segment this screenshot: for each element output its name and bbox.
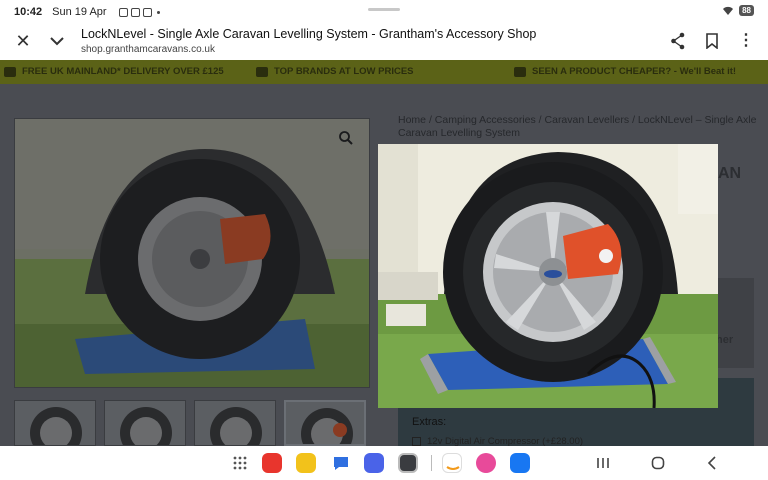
thumbnail-3[interactable] — [194, 400, 276, 446]
trophy-icon — [256, 66, 268, 77]
notification-icons — [118, 7, 160, 17]
back-icon[interactable] — [704, 454, 722, 472]
recents-icon[interactable] — [594, 454, 612, 472]
breadcrumb-sep: / — [538, 114, 542, 126]
extras-checkbox[interactable] — [412, 437, 421, 446]
amazon-app-icon[interactable] — [442, 453, 462, 473]
caravan-wheel-image — [15, 119, 369, 387]
camera-app-icon[interactable] — [398, 453, 418, 473]
breadcrumb-sep: / — [428, 114, 432, 126]
facebook-app-icon[interactable] — [510, 453, 530, 473]
pound-icon — [514, 66, 526, 77]
browser-header: ✕ LockNLevel - Single Axle Caravan Level… — [0, 24, 768, 60]
breadcrumb-levellers[interactable]: Caravan Levellers — [545, 114, 630, 126]
promo-brands: TOP BRANDS AT LOW PRICES — [256, 66, 414, 77]
product-title-partial: AN — [718, 165, 742, 182]
extras-label: Extras: — [412, 416, 447, 428]
thumbnail-4[interactable] — [284, 400, 366, 446]
caravan-wheel-photo — [378, 144, 718, 408]
share-icon[interactable] — [670, 32, 686, 50]
lightbox-image[interactable] — [378, 144, 718, 408]
browser-app-icon[interactable] — [364, 453, 384, 473]
battery-indicator: 88 — [739, 5, 754, 16]
bookmark-icon[interactable] — [705, 33, 719, 49]
zoom-icon[interactable] — [338, 130, 354, 146]
app-grid-icon[interactable] — [230, 453, 250, 473]
gallery-notif-icon — [130, 7, 140, 17]
breadcrumb-camping[interactable]: Camping Accessories — [435, 114, 536, 126]
promo-price-text: SEEN A PRODUCT CHEAPER? - We'll Beat it! — [532, 66, 737, 77]
wifi-icon — [723, 6, 734, 15]
messages-app-icon[interactable] — [331, 453, 351, 473]
message-notif-icon — [142, 7, 152, 17]
thumbnail-2[interactable] — [104, 400, 186, 446]
notes-app-icon[interactable] — [262, 453, 282, 473]
extras-option[interactable]: 12v Digital Air Compressor (+£28.00) — [412, 436, 583, 446]
chevron-down-icon[interactable] — [48, 32, 66, 50]
close-icon[interactable]: ✕ — [14, 32, 32, 50]
promo-delivery-text: FREE UK MAINLAND* DELIVERY OVER £125 — [22, 66, 224, 77]
truck-icon — [4, 66, 16, 77]
home-icon[interactable] — [649, 454, 667, 472]
dock-separator — [431, 455, 432, 471]
gallery-app-icon[interactable] — [476, 453, 496, 473]
promo-brands-text: TOP BRANDS AT LOW PRICES — [274, 66, 414, 77]
breadcrumb: Home / Camping Accessories / Caravan Lev… — [398, 114, 758, 140]
page-title: LockNLevel - Single Axle Caravan Levelli… — [81, 27, 537, 41]
button-text-partial[interactable]: her — [716, 334, 733, 346]
promo-price: SEEN A PRODUCT CHEAPER? - We'll Beat it! — [514, 66, 736, 77]
breadcrumb-sep: / — [632, 114, 635, 126]
product-main-image[interactable] — [14, 118, 370, 388]
notification-handle[interactable] — [368, 8, 400, 11]
promo-banner: FREE UK MAINLAND* DELIVERY OVER £125 TOP… — [0, 60, 768, 84]
status-date: Sun 19 Apr — [52, 6, 107, 18]
status-time: 10:42 — [14, 6, 43, 18]
promo-delivery: FREE UK MAINLAND* DELIVERY OVER £125 — [4, 66, 224, 77]
breadcrumb-home[interactable]: Home — [398, 114, 426, 126]
page-url[interactable]: shop.granthamcaravans.co.uk — [81, 44, 215, 55]
status-bar: 10:42 Sun 19 Apr 88 — [0, 0, 768, 24]
files-app-icon[interactable] — [296, 453, 316, 473]
bottom-dock — [0, 446, 768, 480]
more-vertical-icon[interactable]: ⋮ — [738, 32, 754, 50]
extras-option-label: 12v Digital Air Compressor (+£28.00) — [427, 436, 584, 446]
thumbnail-strip — [14, 400, 370, 446]
thumbnail-1[interactable] — [14, 400, 96, 446]
screenshot-icon — [118, 7, 128, 17]
more-notif-dot-icon — [156, 10, 160, 14]
